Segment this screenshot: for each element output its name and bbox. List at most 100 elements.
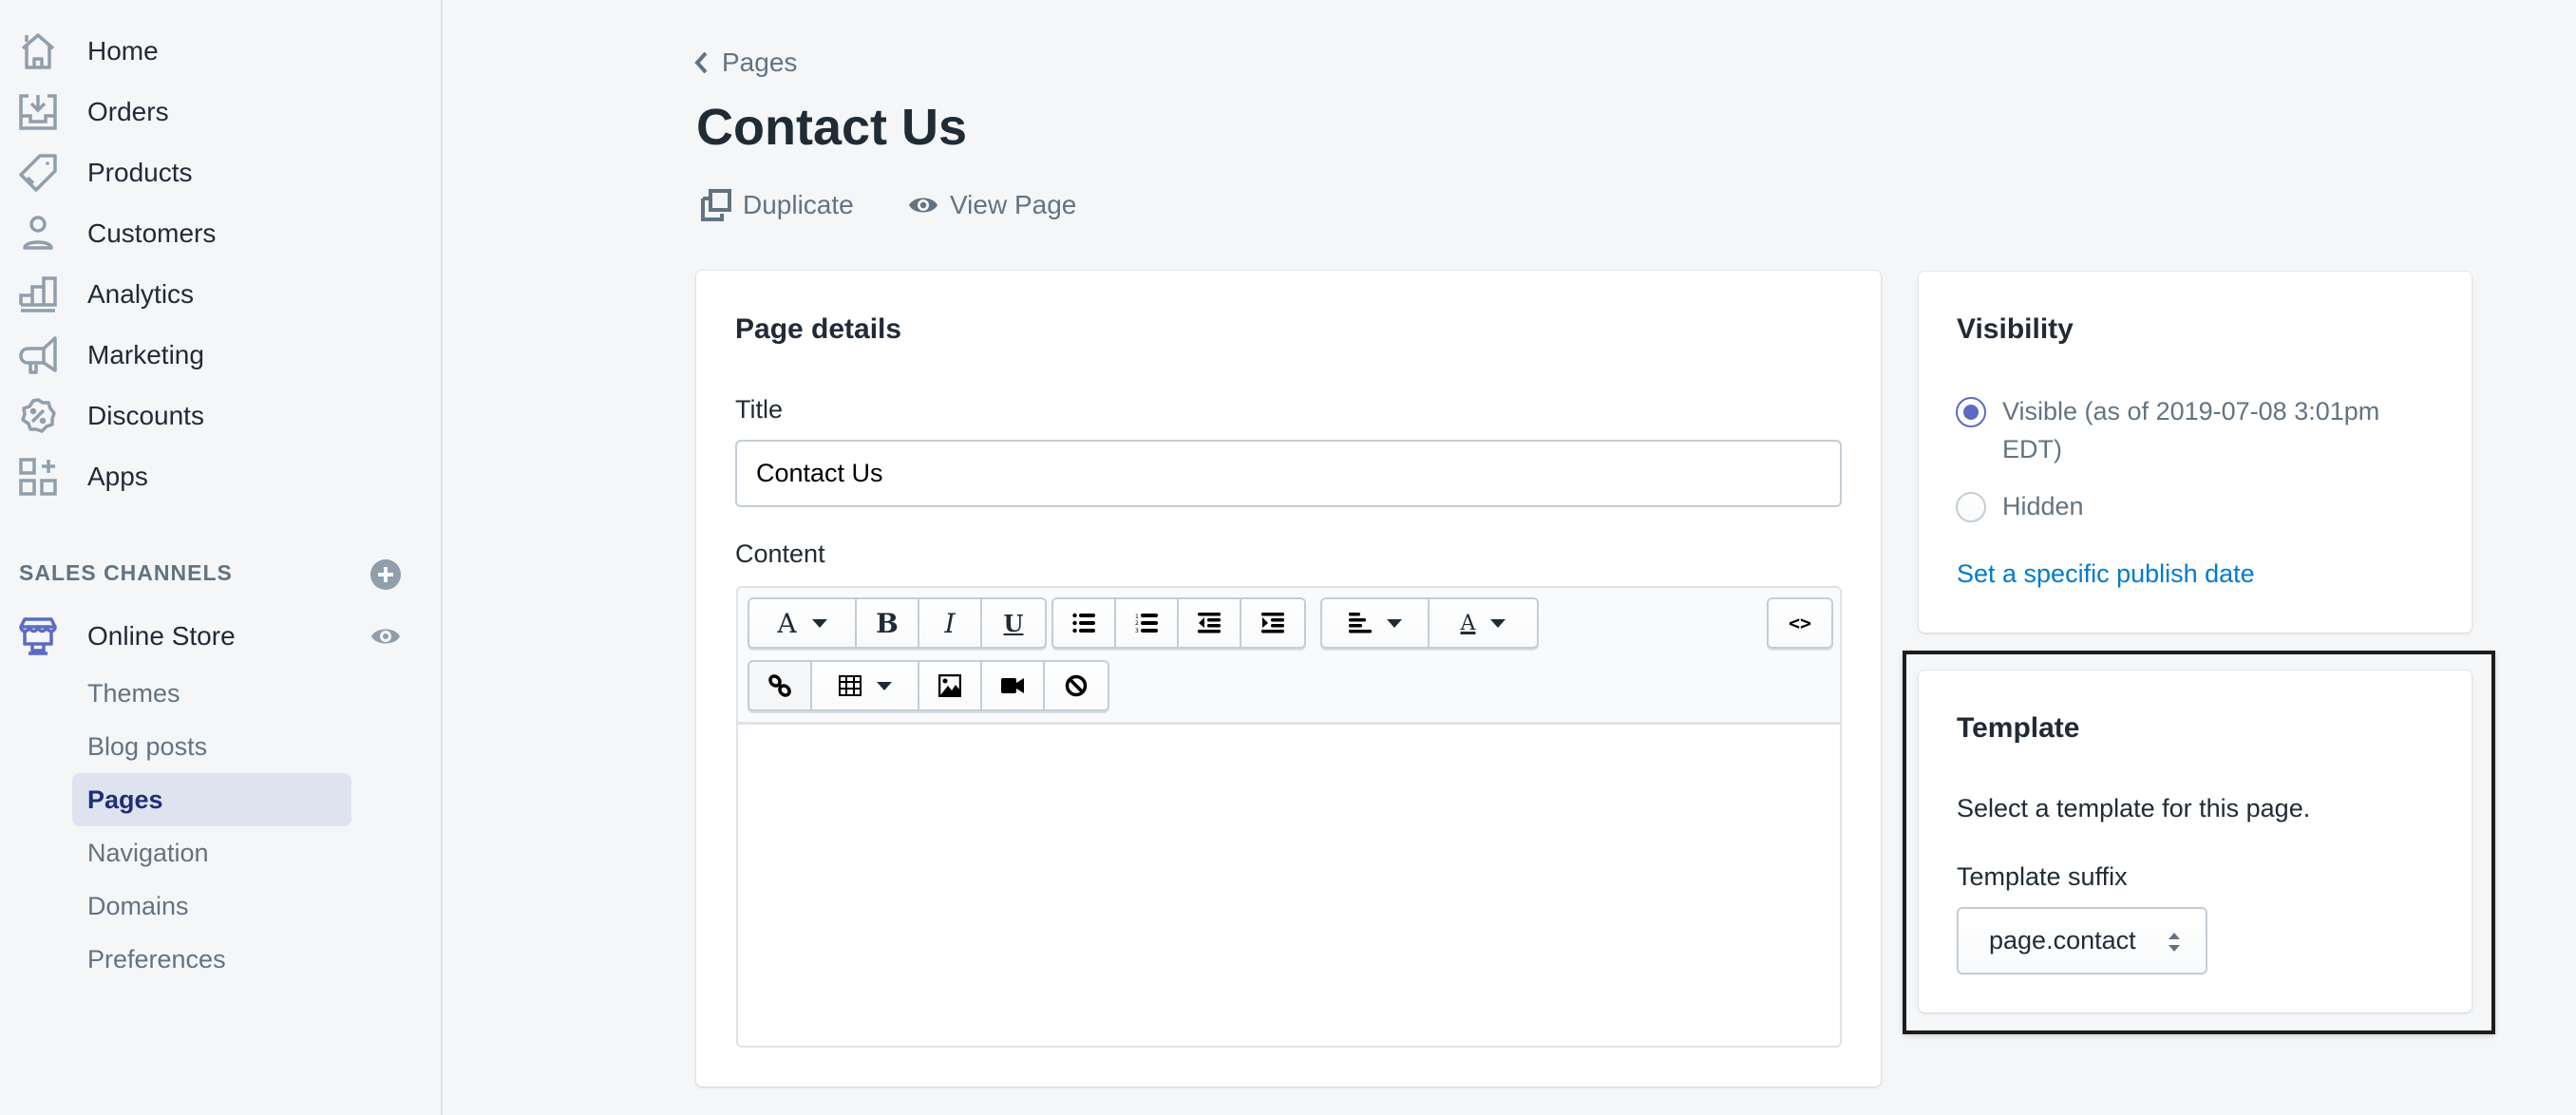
indent-button[interactable]: [1241, 599, 1304, 647]
hidden-radio-label[interactable]: Hidden: [2002, 487, 2084, 525]
caret-down-icon: [876, 681, 892, 690]
sidebar: Home Orders Products Customers Analytics…: [0, 0, 443, 1115]
code-group: <>: [1767, 597, 1833, 649]
set-publish-date-link[interactable]: Set a specific publish date: [1957, 559, 2255, 589]
link-icon: [768, 674, 791, 697]
video-camera-icon: [1001, 678, 1024, 693]
outdent-button[interactable]: [1179, 599, 1241, 647]
breadcrumb-back-link[interactable]: Pages: [693, 44, 797, 82]
font-style-dropdown[interactable]: A: [749, 599, 857, 647]
bold-icon: B: [876, 607, 899, 639]
table-icon: [838, 675, 862, 696]
sidebar-subitem-domains[interactable]: Domains: [72, 879, 351, 933]
eye-icon: [909, 198, 938, 213]
sidebar-item-label: Customers: [87, 218, 217, 248]
sidebar-subitem-preferences[interactable]: Preferences: [72, 933, 351, 986]
visibility-heading: Visibility: [1957, 313, 2074, 345]
sidebar-item-home[interactable]: Home: [0, 25, 418, 78]
align-left-icon: [1348, 613, 1372, 633]
subitem-label: Domains: [87, 892, 189, 920]
code-icon: <>: [1788, 612, 1812, 634]
page-title: Contact Us: [696, 99, 968, 156]
duplicate-button[interactable]: Duplicate: [701, 186, 854, 224]
chevron-left-icon: [694, 51, 708, 74]
sidebar-item-label: Marketing: [87, 340, 204, 369]
view-store-eye-icon[interactable]: [370, 621, 401, 652]
sidebar-item-customers[interactable]: Customers: [0, 207, 418, 260]
align-dropdown[interactable]: [1322, 599, 1430, 647]
bar-chart-icon: [19, 276, 57, 312]
caret-down-icon: [811, 618, 827, 628]
select-arrows-icon: [2169, 933, 2180, 952]
sidebar-subitem-pages[interactable]: Pages: [72, 773, 351, 826]
page-details-heading: Page details: [735, 313, 902, 345]
sidebar-item-products[interactable]: Products: [0, 146, 418, 199]
clear-formatting-button[interactable]: [1045, 662, 1108, 709]
insert-video-button[interactable]: [982, 662, 1045, 709]
sales-channels-heading: SALES CHANNELS: [19, 560, 233, 585]
sidebar-item-orders[interactable]: Orders: [0, 85, 418, 139]
megaphone-icon: [19, 336, 57, 374]
show-html-button[interactable]: <>: [1769, 599, 1831, 647]
sidebar-item-label: Orders: [87, 97, 169, 126]
numbered-list-button[interactable]: 123: [1116, 599, 1179, 647]
content-label: Content: [735, 539, 825, 568]
visible-radio[interactable]: [1956, 397, 1986, 427]
bullet-list-icon: [1072, 613, 1095, 633]
sidebar-item-discounts[interactable]: Discounts: [0, 389, 418, 443]
text-color-icon: A: [1460, 611, 1476, 635]
sidebar-subitem-themes[interactable]: Themes: [72, 667, 351, 720]
bullet-list-button[interactable]: [1053, 599, 1116, 647]
text-format-group: A B I U: [748, 597, 1047, 649]
visible-radio-label[interactable]: Visible (as of 2019-07-08 3:01pm EDT): [2002, 392, 2439, 468]
insert-image-button[interactable]: [919, 662, 982, 709]
bold-button[interactable]: B: [857, 599, 919, 647]
text-color-dropdown[interactable]: A: [1430, 599, 1537, 647]
sidebar-item-apps[interactable]: Apps: [0, 450, 418, 503]
sidebar-item-marketing[interactable]: Marketing: [0, 329, 418, 382]
online-store-icon: [19, 617, 57, 655]
italic-icon: I: [944, 607, 956, 639]
insert-table-dropdown[interactable]: [812, 662, 919, 709]
sidebar-item-label: Home: [87, 36, 159, 66]
subitem-label: Navigation: [87, 839, 209, 867]
italic-button[interactable]: I: [919, 599, 982, 647]
sidebar-item-online-store[interactable]: Online Store: [87, 617, 236, 655]
sidebar-item-label: Discounts: [87, 401, 204, 430]
template-description: Select a template for this page.: [1957, 794, 2311, 822]
template-suffix-label: Template suffix: [1957, 862, 2128, 891]
svg-text:1: 1: [1135, 614, 1139, 620]
image-icon: [938, 674, 961, 697]
template-heading: Template: [1957, 712, 2080, 744]
outdent-icon: [1198, 613, 1221, 633]
discount-icon: [21, 398, 56, 433]
title-input[interactable]: [735, 440, 1842, 507]
subitem-label: Preferences: [87, 945, 226, 973]
hidden-radio[interactable]: [1956, 492, 1986, 522]
caret-down-icon: [1386, 618, 1402, 628]
sidebar-item-analytics[interactable]: Analytics: [0, 268, 418, 321]
content-editor-body[interactable]: [738, 728, 1840, 1046]
sidebar-subitem-blog-posts[interactable]: Blog posts: [72, 720, 351, 773]
insert-link-button[interactable]: [749, 662, 812, 709]
view-page-label: View Page: [950, 190, 1077, 219]
tag-icon: [19, 154, 57, 192]
view-page-button[interactable]: View Page: [908, 186, 1076, 224]
template-suffix-select[interactable]: page.contact: [1957, 907, 2207, 974]
sidebar-subitem-navigation[interactable]: Navigation: [72, 826, 351, 879]
underline-button[interactable]: U: [982, 599, 1045, 647]
insert-group: [748, 660, 1109, 711]
add-sales-channel-icon[interactable]: [370, 559, 401, 590]
subitem-label: Blog posts: [87, 732, 208, 761]
apps-icon: [19, 458, 57, 496]
home-icon: [21, 33, 55, 69]
breadcrumb-label: Pages: [722, 47, 798, 77]
subitem-label: Pages: [87, 785, 163, 814]
indent-icon: [1261, 613, 1284, 633]
person-icon: [23, 216, 53, 250]
clear-formatting-icon: [1065, 674, 1088, 697]
caret-down-icon: [1490, 618, 1506, 628]
sidebar-item-label: Analytics: [87, 279, 195, 309]
duplicate-label: Duplicate: [743, 190, 854, 219]
duplicate-icon: [701, 189, 731, 221]
